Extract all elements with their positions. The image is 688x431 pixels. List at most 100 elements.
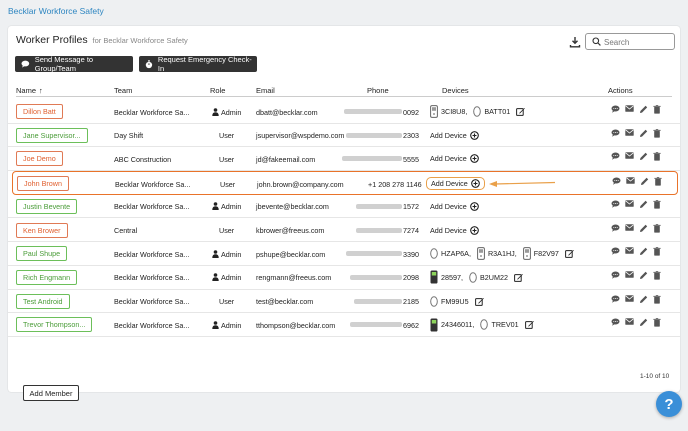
device-badge[interactable]: HZAP6A,: [430, 248, 471, 259]
worker-name-button[interactable]: Rich Engmann: [16, 269, 78, 285]
worker-name-button[interactable]: Paul Shupe: [16, 246, 68, 262]
chat-icon[interactable]: [611, 129, 620, 137]
mail-icon[interactable]: [625, 105, 634, 112]
chat-icon[interactable]: [611, 295, 620, 303]
row-actions: [611, 271, 666, 280]
chat-icon[interactable]: [611, 152, 620, 161]
chat-icon[interactable]: [611, 247, 620, 255]
device-badge[interactable]: 24346011,: [430, 318, 474, 332]
column-header-role[interactable]: Role: [210, 86, 225, 95]
help-button[interactable]: ?: [656, 391, 682, 417]
add-circle-icon[interactable]: [469, 154, 479, 164]
trash-icon[interactable]: [653, 105, 661, 114]
add-member-button[interactable]: Add Member: [23, 385, 79, 401]
phone-cell: 1572: [403, 202, 419, 212]
search-box[interactable]: [585, 33, 675, 50]
device-badge[interactable]: 3CI8U8,: [430, 105, 467, 118]
pencil-icon[interactable]: [639, 295, 648, 304]
mail-icon[interactable]: [625, 152, 634, 160]
worker-name-button[interactable]: Dillon Batt: [16, 104, 63, 119]
chat-icon[interactable]: [611, 224, 620, 232]
edit-icon[interactable]: [565, 249, 574, 259]
email-cell: tthompson@becklar.com: [256, 320, 336, 330]
device-badge[interactable]: BATT01: [473, 106, 510, 117]
column-header-team[interactable]: Team: [114, 86, 132, 95]
add-device-button[interactable]: Add Device: [430, 154, 479, 163]
edit-icon[interactable]: [516, 107, 526, 116]
edit-icon[interactable]: [514, 273, 523, 282]
add-device-button[interactable]: Add Device: [430, 202, 479, 211]
chat-icon[interactable]: [611, 318, 620, 327]
trash-icon[interactable]: [653, 152, 661, 161]
worker-name-button[interactable]: John Brown: [17, 176, 69, 192]
device-badge[interactable]: FM99U5: [430, 295, 469, 307]
pencil-icon[interactable]: [639, 105, 648, 114]
edit-icon[interactable]: [524, 320, 534, 330]
email-cell: pshupe@becklar.com: [256, 249, 326, 259]
column-header-email[interactable]: Email: [256, 86, 275, 95]
add-device-label: Add Device: [430, 130, 467, 140]
mail-icon[interactable]: [626, 177, 635, 184]
page-title: Worker Profiles for Becklar Workforce Sa…: [16, 34, 188, 46]
trash-icon[interactable]: [653, 128, 661, 138]
mail-icon[interactable]: [625, 128, 634, 136]
add-circle-icon[interactable]: [469, 225, 479, 235]
column-header-actions: Actions: [608, 86, 633, 95]
device-label: TREV01: [491, 320, 519, 330]
column-header-name[interactable]: Name ↑: [16, 86, 43, 95]
send-message-button[interactable]: Send Message to Group/Team: [15, 55, 133, 73]
trash-icon[interactable]: [653, 223, 661, 233]
pencil-icon[interactable]: [639, 152, 648, 161]
pencil-icon[interactable]: [639, 129, 648, 138]
add-circle-icon[interactable]: [469, 201, 479, 211]
trash-icon[interactable]: [653, 318, 661, 327]
pencil-icon[interactable]: [639, 247, 648, 256]
device-badge[interactable]: R3A1HJ,: [477, 247, 517, 261]
mail-icon[interactable]: [625, 247, 634, 254]
trash-icon[interactable]: [653, 271, 661, 280]
column-header-phone[interactable]: Phone: [367, 86, 389, 95]
mail-icon[interactable]: [625, 223, 634, 231]
trash-icon[interactable]: [653, 247, 661, 256]
device-badge[interactable]: 28597,: [430, 270, 463, 284]
column-header-devices[interactable]: Devices: [442, 86, 469, 95]
worker-name-button[interactable]: Jane Supervisor...: [16, 127, 88, 143]
add-circle-icon[interactable]: [469, 130, 479, 140]
devices-cell: 28597, B2UM22: [430, 270, 523, 285]
pencil-icon[interactable]: [639, 200, 648, 209]
search-input[interactable]: [604, 36, 670, 48]
chat-icon[interactable]: [611, 105, 620, 113]
pencil-icon[interactable]: [640, 177, 649, 186]
emergency-checkin-button[interactable]: Request Emergency Check-In: [139, 55, 257, 73]
add-device-button[interactable]: Add Device: [426, 177, 485, 191]
device-badge[interactable]: B2UM22: [469, 272, 508, 283]
mail-icon[interactable]: [625, 271, 634, 278]
worker-name-button[interactable]: Joe Demo: [16, 151, 63, 167]
trash-icon[interactable]: [653, 199, 661, 209]
pencil-icon[interactable]: [639, 318, 648, 327]
breadcrumb[interactable]: Becklar Workforce Safety: [8, 6, 104, 16]
table-row: Justin Bevente Becklar Workforce Sa... Adm…: [8, 195, 680, 219]
add-circle-icon[interactable]: [470, 179, 480, 188]
worker-name-button[interactable]: Justin Bevente: [16, 198, 78, 214]
trash-icon[interactable]: [653, 294, 661, 304]
edit-icon[interactable]: [474, 297, 484, 306]
mail-icon[interactable]: [625, 294, 634, 302]
device-badge[interactable]: TREV01: [480, 319, 519, 331]
pencil-icon[interactable]: [639, 224, 648, 233]
chat-icon[interactable]: [612, 177, 621, 185]
pencil-icon[interactable]: [639, 271, 648, 280]
trash-icon[interactable]: [654, 177, 662, 186]
download-icon[interactable]: [569, 36, 581, 48]
mail-icon[interactable]: [625, 200, 634, 207]
worker-name-button[interactable]: Ken Brower: [16, 222, 68, 238]
chat-icon[interactable]: [611, 271, 620, 279]
worker-name-button[interactable]: Test Android: [16, 293, 70, 309]
add-device-button[interactable]: Add Device: [430, 131, 479, 140]
worker-name-button[interactable]: Trevor Thompson...: [16, 317, 93, 333]
device-badge[interactable]: F82V97: [522, 247, 559, 261]
email-cell: rengmann@freeus.com: [256, 273, 332, 283]
chat-icon[interactable]: [611, 200, 620, 208]
add-device-button[interactable]: Add Device: [430, 226, 479, 235]
mail-icon[interactable]: [625, 318, 634, 325]
